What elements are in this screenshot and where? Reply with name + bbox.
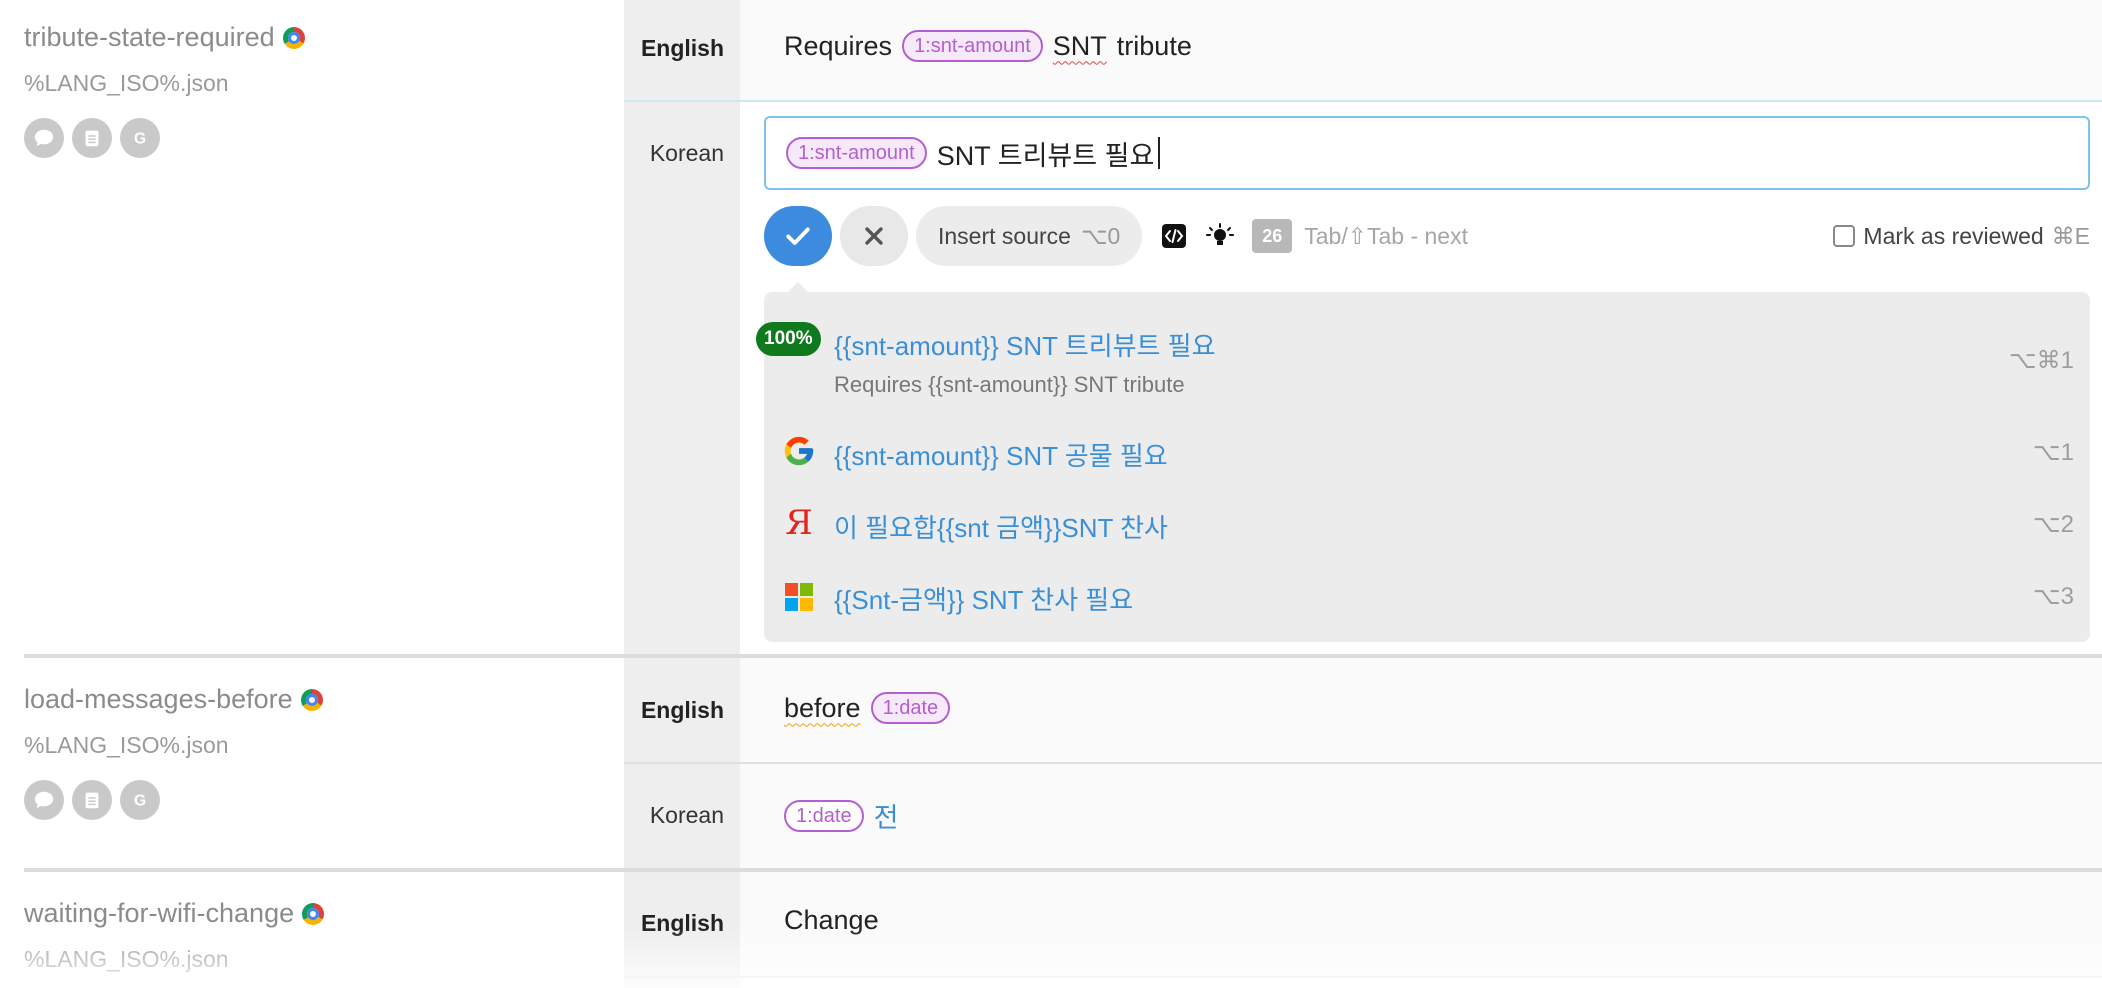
chrome-icon [302, 902, 325, 925]
suggestion-shortcut: ⌥1 [2032, 439, 2074, 466]
entry-waiting-for-wifi-change: waiting-for-wifi-change %LANG_ISO%.json … [0, 872, 2102, 988]
source-lang-label: English [640, 910, 724, 936]
suggestion-source: Requires {{snt-amount}} SNT tribute [834, 372, 1185, 397]
source-lang-label: English [640, 35, 724, 61]
mark-reviewed-checkbox[interactable]: Mark as reviewed ⌘E [1833, 223, 2090, 250]
key-label[interactable]: load-messages-before [24, 684, 293, 715]
navigation-hint: Tab/⇧Tab - next [1304, 222, 1468, 249]
suggestion-shortcut: ⌥2 [2032, 511, 2074, 538]
source-lang-cell: English [624, 872, 740, 976]
google-icon [782, 434, 816, 468]
key-file: %LANG_ISO%.json [24, 70, 229, 96]
close-icon [865, 227, 883, 245]
target-lang-label: Korean [649, 140, 724, 166]
text-caret [1158, 137, 1161, 169]
key-column: waiting-for-wifi-change %LANG_ISO%.json [0, 872, 624, 988]
source-lang-cell: English [624, 658, 740, 762]
comment-icon[interactable] [24, 780, 64, 820]
clipboard-icon[interactable] [72, 780, 112, 820]
placeholder-tag[interactable]: 1:date [870, 692, 951, 724]
insert-source-shortcut: ⌥0 [1080, 222, 1121, 249]
key-column: load-messages-before %LANG_ISO%.json G [0, 658, 624, 868]
source-text-cell[interactable]: Change [740, 872, 2102, 976]
insert-source-button[interactable]: Insert source ⌥0 [916, 206, 1143, 266]
suggestion-microsoft[interactable]: {{Snt-금액}} SNT 찬사 필요 ⌥3 [764, 572, 2090, 622]
source-lang-cell: English [624, 0, 740, 100]
suggestion-text[interactable]: 이 필요합{{snt 금액}}SNT 찬사 [834, 508, 1168, 545]
key-file: %LANG_ISO%.json [24, 732, 229, 758]
grammar-flagged-word: before [784, 692, 861, 723]
counter-badge: 26 [1252, 219, 1293, 253]
key-column: tribute-state-required %LANG_ISO%.json G [0, 0, 624, 654]
placeholder-tag[interactable]: 1:date [784, 799, 864, 832]
key-label[interactable]: waiting-for-wifi-change [24, 898, 294, 929]
source-word: tribute [1116, 30, 1192, 61]
source-text: Requires 1:snt-amount SNT tribute [784, 30, 1192, 62]
key-name[interactable]: load-messages-before [24, 684, 323, 715]
source-text-cell[interactable]: before 1:date [740, 658, 2102, 762]
mark-reviewed-label: Mark as reviewed [1863, 222, 2044, 249]
suggestion-shortcut: ⌥⌘1 [2008, 347, 2074, 374]
checkmark-icon [786, 227, 810, 245]
save-button[interactable] [764, 206, 832, 294]
target-lang-cell: Korean [624, 102, 740, 654]
source-text: before 1:date [784, 692, 951, 724]
google-translate-icon[interactable]: G [120, 780, 160, 820]
key-name[interactable]: waiting-for-wifi-change [24, 898, 325, 929]
divider [624, 976, 2102, 978]
translation-text: SNT 트리뷰트 필요 [936, 140, 1155, 171]
mark-reviewed-shortcut: ⌘E [2051, 222, 2090, 249]
microsoft-icon [782, 580, 816, 614]
lightbulb-icon[interactable] [1206, 222, 1235, 250]
target-text: 1:date 전 [784, 796, 898, 835]
svg-text:G: G [134, 793, 146, 810]
entry-load-messages-before: load-messages-before %LANG_ISO%.json G E… [0, 658, 2102, 868]
chrome-icon [300, 688, 323, 711]
key-file: %LANG_ISO%.json [24, 946, 229, 972]
target-lang-label: Korean [649, 802, 724, 828]
source-lang-label: English [640, 697, 724, 723]
key-actions: G [24, 780, 160, 820]
code-icon[interactable] [1160, 222, 1188, 250]
insert-source-label: Insert source [938, 222, 1071, 249]
chrome-icon [282, 26, 305, 49]
suggestions-panel: 100% {{snt-amount}} SNT 트리뷰트 필요 Requires… [756, 292, 2090, 642]
clipboard-icon[interactable] [72, 118, 112, 158]
source-text-cell: Requires 1:snt-amount SNT tribute [740, 0, 2102, 100]
placeholder-tag[interactable]: 1:snt-amount [786, 137, 927, 169]
editor-toolbar: Insert source ⌥0 26 Tab/⇧Tab - next Mark… [764, 206, 2090, 294]
suggestion-text[interactable]: {{snt-amount}} SNT 트리뷰트 필요 [834, 326, 1216, 363]
suggestion-shortcut: ⌥3 [2032, 583, 2074, 610]
spelling-flagged-word: SNT [1052, 30, 1107, 61]
source-word: Requires [784, 30, 893, 61]
match-percentage-badge: 100% [756, 322, 821, 356]
suggestion-text[interactable]: {{Snt-금액}} SNT 찬사 필요 [834, 580, 1133, 617]
placeholder-tag[interactable]: 1:snt-amount [902, 30, 1043, 62]
suggestion-tm[interactable]: 100% {{snt-amount}} SNT 트리뷰트 필요 Requires… [756, 312, 2090, 402]
yandex-icon: Я [785, 503, 813, 543]
translation-input[interactable]: 1:snt-amount SNT 트리뷰트 필요 [764, 116, 2090, 190]
key-label[interactable]: tribute-state-required [24, 22, 275, 53]
comment-icon[interactable] [24, 118, 64, 158]
key-actions: G [24, 118, 160, 158]
target-lang-cell [624, 978, 740, 988]
suggestion-google[interactable]: {{snt-amount}} SNT 공물 필요 ⌥1 [764, 428, 2090, 478]
svg-text:G: G [134, 131, 146, 148]
translation-text: 전 [873, 803, 899, 833]
suggestion-text[interactable]: {{snt-amount}} SNT 공물 필요 [834, 436, 1168, 473]
entry-tribute-state-required: tribute-state-required %LANG_ISO%.json G… [0, 0, 2102, 654]
cancel-button[interactable] [840, 206, 908, 266]
google-translate-icon[interactable]: G [120, 118, 160, 158]
target-lang-cell: Korean [624, 764, 740, 868]
checkbox[interactable] [1833, 225, 1856, 247]
suggestion-yandex[interactable]: Я 이 필요합{{snt 금액}}SNT 찬사 ⌥2 [764, 500, 2090, 550]
source-text: Change [784, 905, 879, 935]
target-text-cell[interactable]: 1:date 전 [740, 764, 2102, 868]
key-name[interactable]: tribute-state-required [24, 22, 305, 53]
